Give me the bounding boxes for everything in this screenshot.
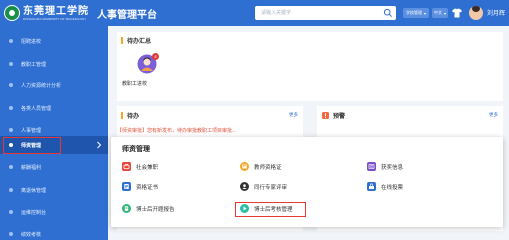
- top-header: 东莞理工学院 DONGGUAN UNIVERSITY OF TECHNOLOGY…: [0, 0, 509, 26]
- pending-summary-title-text: 待办汇总: [127, 39, 152, 45]
- user-avatar[interactable]: [469, 6, 483, 20]
- menu-item-social-parttime[interactable]: 社会兼职: [122, 161, 158, 172]
- certificate-icon: [240, 162, 249, 171]
- sidebar-item-label: 招聘进校: [21, 38, 42, 45]
- logo-chinese-name: 东莞理工学院: [23, 5, 89, 17]
- pending-summary-title: 待办汇总: [121, 36, 151, 45]
- todo-item-text[interactable]: 【师资审批】您有新发布，待办审批教职工项目审批...: [117, 127, 297, 134]
- bullet-icon: [9, 62, 13, 66]
- sidebar-item-label: 运维控制台: [21, 209, 47, 216]
- menu-item-label: 教师资格证: [254, 164, 282, 171]
- bullet-icon: [9, 210, 13, 214]
- sidebar-item-label: 人事管理: [21, 127, 42, 134]
- language-dropdown[interactable]: 中文 ▾: [432, 8, 448, 18]
- todo-more-link[interactable]: 更多: [289, 112, 298, 118]
- sidebar-item-label: 教职工管理: [21, 61, 47, 68]
- sidebar-item-label: 绩效考核: [21, 231, 42, 238]
- sidebar-item-salary[interactable]: 薪酬福利: [0, 158, 108, 176]
- search-input[interactable]: [255, 7, 370, 19]
- highlight-box: [235, 202, 306, 217]
- bullet-icon: [9, 232, 13, 236]
- sidebar-item-label: 人力资源统计分析: [21, 82, 62, 89]
- menu-item-online-vote[interactable]: 在线投票: [367, 181, 403, 192]
- menu-item-label: 在线投票: [381, 184, 404, 191]
- sidebar-item-ops-console[interactable]: 运维控制台: [0, 203, 108, 221]
- sidebar-item-performance[interactable]: 绩效考核: [0, 225, 108, 240]
- pending-summary-panel: 待办汇总: [117, 32, 503, 101]
- alert-title: 预警: [322, 111, 345, 120]
- university-logo[interactable]: 东莞理工学院 DONGGUAN UNIVERSITY OF TECHNOLOGY: [4, 5, 89, 21]
- sidebar-item-personnel[interactable]: 各类人员管理: [0, 99, 108, 117]
- language-label: 中文: [433, 10, 442, 15]
- menu-item-label: 博士后开题报告: [136, 206, 175, 213]
- bullet-icon: [9, 83, 13, 87]
- bullet-icon: [9, 39, 13, 43]
- bullet-icon: [9, 106, 13, 110]
- chevron-right-icon: [97, 141, 102, 149]
- todo-title: 待办: [121, 111, 139, 120]
- sidebar-item-retirement[interactable]: 离退休管理: [0, 181, 108, 199]
- alert-title-text: 预警: [333, 114, 346, 120]
- popup-title: 师资管理: [122, 146, 150, 153]
- menu-item-label: 同行专家评审: [254, 184, 288, 191]
- award-icon: [367, 162, 376, 171]
- alert-more-link[interactable]: 更多: [489, 112, 498, 118]
- username[interactable]: 刘月辉: [487, 8, 505, 17]
- school-management-label: 学校管理: [405, 10, 422, 15]
- menu-item-label: 获奖信息: [381, 164, 404, 171]
- briefcase-icon: [122, 162, 131, 171]
- sidebar-item-label: 薪酬福利: [21, 164, 42, 171]
- menu-item-peer-review[interactable]: 同行专家评审: [240, 181, 287, 192]
- warning-icon: [322, 112, 329, 119]
- bullet-icon: [9, 165, 13, 169]
- vote-icon: [367, 182, 376, 191]
- sidebar-item-staff[interactable]: 教职工管理: [0, 55, 108, 73]
- sidebar-item-hr-statistics[interactable]: 人力资源统计分析: [0, 76, 108, 94]
- logo-text: 东莞理工学院 DONGGUAN UNIVERSITY OF TECHNOLOGY: [23, 6, 89, 21]
- todo-title-text: 待办: [127, 114, 140, 120]
- staff-entry-label: 教职工进校: [122, 81, 148, 87]
- chevron-down-icon: ▾: [443, 10, 446, 16]
- search-box: [255, 6, 396, 20]
- menu-item-postdoc-proposal[interactable]: 博士后开题报告: [122, 203, 175, 214]
- menu-item-label: 资格证书: [136, 184, 159, 191]
- menu-item-credentials[interactable]: 资格证书: [122, 181, 158, 192]
- bullet-icon: [9, 128, 13, 132]
- app-title: 人事管理平台: [97, 9, 157, 21]
- notification-badge: 4: [152, 53, 159, 60]
- sidebar-item-label: 离退休管理: [21, 187, 47, 194]
- sidebar: 招聘进校 教职工管理 人力资源统计分析 各类人员管理 人事管理 师资管理 薪酬福…: [0, 26, 108, 240]
- report-icon: [122, 204, 131, 213]
- menu-item-award-info[interactable]: 获奖信息: [367, 161, 403, 172]
- search-icon[interactable]: [383, 8, 393, 18]
- bullet-icon: [9, 188, 13, 192]
- logo-english-name: DONGGUAN UNIVERSITY OF TECHNOLOGY: [23, 16, 87, 21]
- review-icon: [240, 182, 249, 191]
- title-bar-icon: [121, 112, 123, 119]
- sidebar-item-label: 各类人员管理: [21, 105, 52, 112]
- menu-item-label: 社会兼职: [136, 164, 159, 171]
- sidebar-item-recruitment[interactable]: 招聘进校: [0, 32, 108, 50]
- title-bar-icon: [121, 37, 123, 44]
- menu-item-teacher-qualification[interactable]: 教师资格证: [240, 161, 282, 172]
- highlight-box: [3, 137, 61, 154]
- chevron-down-icon: ▾: [423, 10, 426, 16]
- credential-icon: [122, 182, 131, 191]
- staff-entry-shortcut[interactable]: 4: [134, 53, 162, 80]
- school-management-dropdown[interactable]: 学校管理 ▾: [403, 8, 429, 18]
- logo-emblem-icon: [4, 5, 20, 21]
- shirt-icon[interactable]: [451, 7, 463, 19]
